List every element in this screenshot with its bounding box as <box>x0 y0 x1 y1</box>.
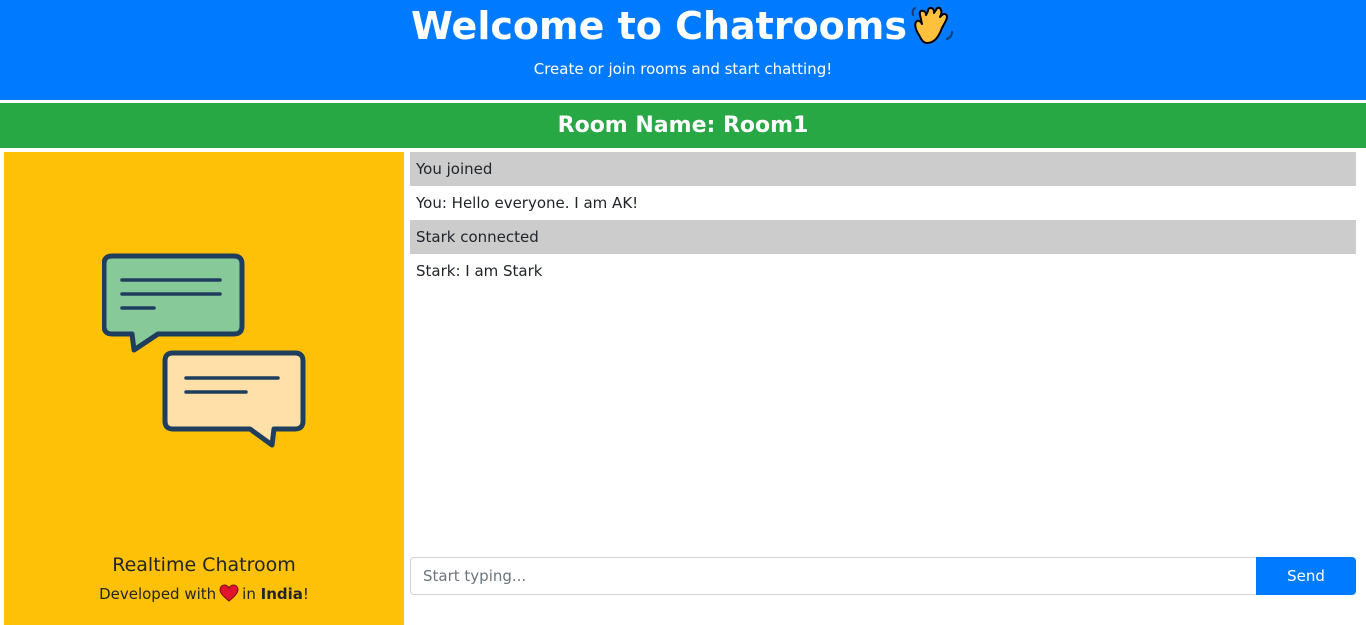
sidebar-title: Realtime Chatroom <box>112 554 296 576</box>
page-title-text: Welcome to Chatrooms <box>410 4 907 48</box>
credit-prefix: Developed with <box>99 585 217 603</box>
system-message: Stark connected <box>410 220 1356 254</box>
message-input[interactable] <box>410 557 1257 595</box>
sidebar: Realtime Chatroom Developed with in India… <box>4 152 404 625</box>
send-button[interactable]: Send <box>1256 557 1356 595</box>
heart-icon <box>219 584 239 602</box>
credit-country: India <box>260 585 303 603</box>
developer-credit: Developed with in India! <box>4 583 404 605</box>
system-message: You joined <box>410 152 1356 186</box>
credit-suffix: ! <box>302 585 309 603</box>
waving-hand-icon <box>909 1 955 49</box>
chat-bubbles-icon <box>101 252 314 452</box>
chat-message: You: Hello everyone. I am AK! <box>416 194 639 212</box>
page-header: Welcome to Chatrooms Create or join room… <box>0 0 1366 100</box>
credit-middle: in <box>242 585 256 603</box>
page-title: Welcome to Chatrooms <box>0 2 1366 53</box>
message-list: You joined You: Hello everyone. I am AK!… <box>410 152 1356 552</box>
message-composer: Send <box>410 557 1356 595</box>
page-subtitle: Create or join rooms and start chatting! <box>533 60 833 78</box>
chat-message: Stark: I am Stark <box>416 262 543 280</box>
room-name-banner: Room Name: Room1 <box>0 103 1366 148</box>
